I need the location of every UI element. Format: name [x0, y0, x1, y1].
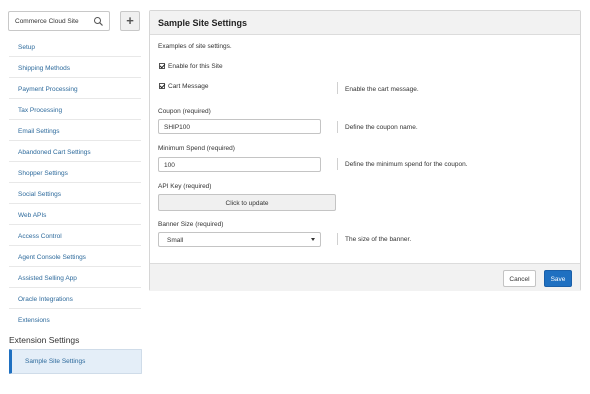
enable-site-label: Enable for this Site — [168, 63, 223, 70]
cancel-button[interactable]: Cancel — [503, 270, 536, 287]
banner-size-label: Banner Size (required) — [158, 221, 224, 228]
sidebar-item-access-control[interactable]: Access Control — [18, 232, 62, 241]
api-key-label: API Key (required) — [158, 183, 212, 190]
panel-description: Examples of site settings. — [158, 43, 232, 50]
help-divider — [337, 233, 338, 245]
settings-panel: Sample Site Settings Examples of site se… — [149, 10, 581, 291]
sidebar-divider — [9, 308, 141, 309]
sidebar-item-email-settings[interactable]: Email Settings — [18, 127, 60, 136]
panel-header: Sample Site Settings — [150, 11, 580, 35]
sidebar-item-oracle-integrations[interactable]: Oracle Integrations — [18, 295, 73, 304]
sidebar-item-payment-processing[interactable]: Payment Processing — [18, 85, 78, 94]
help-divider — [337, 82, 338, 94]
minimum-spend-input[interactable]: 100 — [158, 157, 321, 172]
help-divider — [337, 158, 338, 170]
banner-size-select[interactable]: Small — [158, 232, 321, 247]
sidebar-divider — [9, 182, 141, 183]
sidebar-divider — [9, 287, 141, 288]
sidebar-item-label: Sample Site Settings — [25, 358, 86, 365]
banner-size-value: Small — [167, 237, 184, 244]
sidebar-divider — [9, 140, 141, 141]
sidebar-divider — [9, 161, 141, 162]
cart-message-label: Cart Message — [168, 83, 209, 90]
sidebar-item-shipping-methods[interactable]: Shipping Methods — [18, 64, 70, 73]
sidebar-item-web-apis[interactable]: Web APIs — [18, 211, 46, 220]
sidebar-divider — [9, 224, 141, 225]
sidebar-divider — [9, 98, 141, 99]
sidebar-item-abandoned-cart-settings[interactable]: Abandoned Cart Settings — [18, 148, 91, 157]
cancel-label: Cancel — [509, 276, 530, 283]
sidebar-divider — [9, 245, 141, 246]
coupon-help: Define the coupon name. — [345, 124, 418, 131]
sidebar-item-assisted-selling-app[interactable]: Assisted Selling App — [18, 274, 77, 283]
sidebar-item-extensions[interactable]: Extensions — [18, 316, 50, 325]
coupon-value: SHIP100 — [164, 124, 191, 131]
banner-size-help: The size of the banner. — [345, 236, 412, 243]
site-search-input[interactable]: Commerce Cloud Site — [8, 11, 110, 31]
save-label: Save — [550, 276, 566, 283]
minimum-spend-help: Define the minimum spend for the coupon. — [345, 161, 468, 168]
search-icon[interactable] — [92, 15, 105, 28]
cart-message-checkbox[interactable] — [159, 83, 165, 89]
extension-settings-heading: Extension Settings — [9, 335, 80, 345]
sidebar-item-setup[interactable]: Setup — [18, 43, 35, 52]
site-search-value: Commerce Cloud Site — [15, 18, 79, 25]
sidebar-item-agent-console-settings[interactable]: Agent Console Settings — [18, 253, 86, 262]
sidebar-divider — [9, 119, 141, 120]
sidebar-divider — [9, 266, 141, 267]
help-divider — [337, 121, 338, 133]
add-site-button[interactable]: + — [120, 11, 140, 31]
update-api-key-button[interactable]: Click to update — [158, 194, 336, 211]
save-button[interactable]: Save — [544, 270, 572, 287]
sidebar-divider — [9, 203, 141, 204]
enable-site-checkbox[interactable] — [159, 63, 165, 69]
sidebar-item-shopper-settings[interactable]: Shopper Settings — [18, 169, 68, 178]
minimum-spend-value: 100 — [164, 162, 175, 169]
sidebar-divider — [9, 77, 141, 78]
page-title: Sample Site Settings — [158, 18, 248, 28]
chevron-down-icon — [311, 238, 315, 241]
cart-message-help: Enable the cart message. — [345, 86, 419, 93]
sidebar-divider — [9, 56, 141, 57]
panel-footer: Cancel Save — [150, 263, 580, 291]
coupon-label: Coupon (required) — [158, 108, 211, 115]
update-api-key-label: Click to update — [225, 200, 269, 207]
sidebar-item-tax-processing[interactable]: Tax Processing — [18, 106, 62, 115]
minimum-spend-label: Minimum Spend (required) — [158, 145, 235, 152]
sidebar-item-sample-site-settings[interactable]: Sample Site Settings — [9, 349, 142, 374]
coupon-input[interactable]: SHIP100 — [158, 119, 321, 134]
sidebar-item-social-settings[interactable]: Social Settings — [18, 190, 61, 199]
